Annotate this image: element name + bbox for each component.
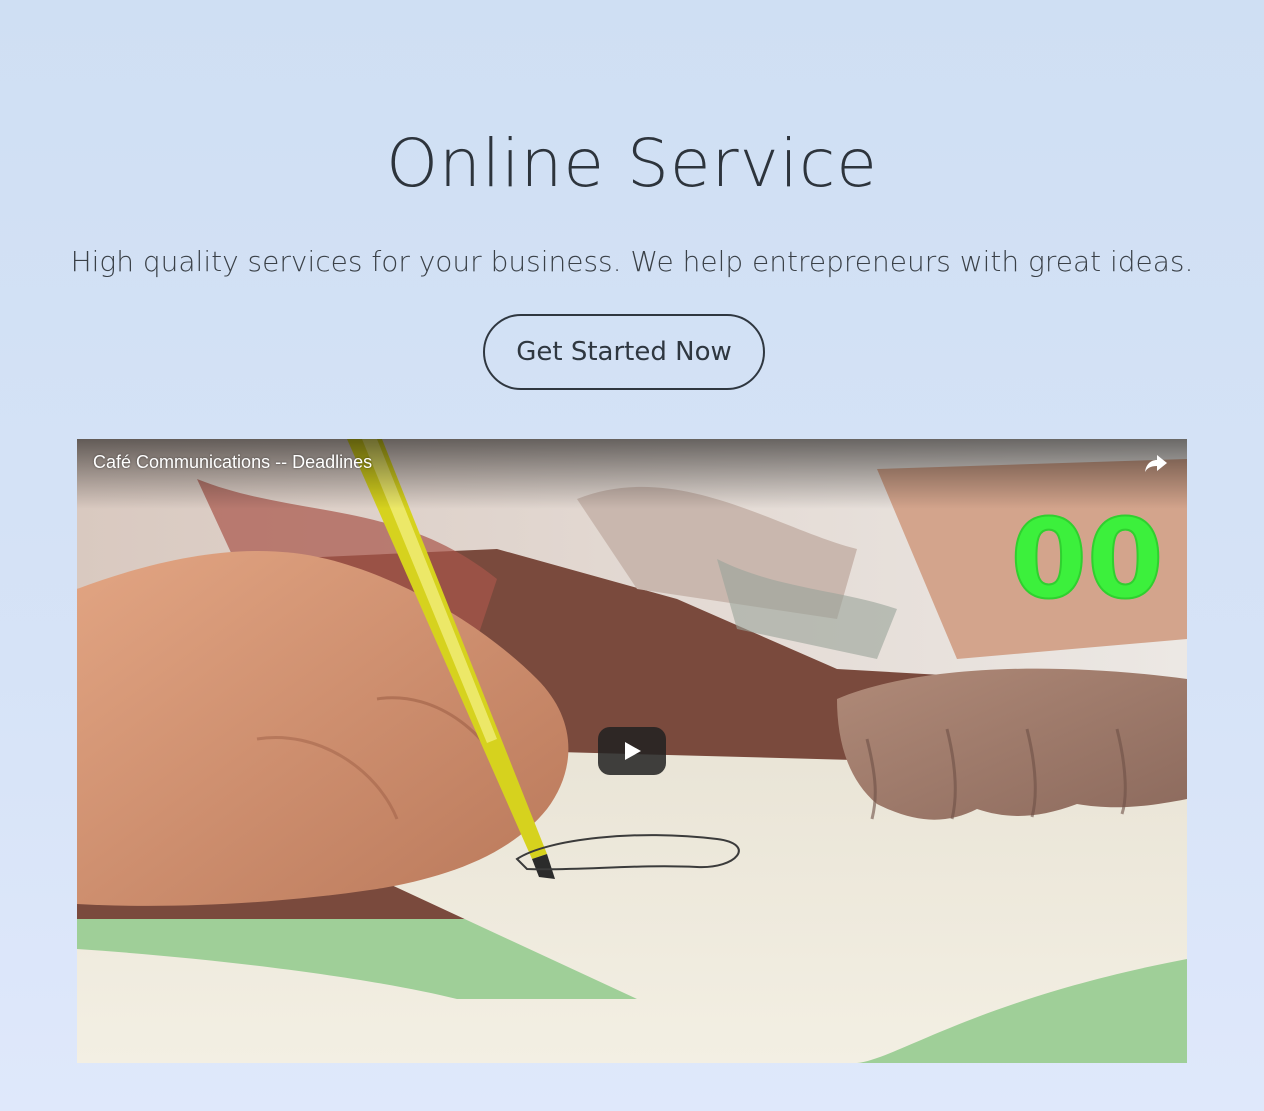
- share-icon[interactable]: [1143, 451, 1169, 475]
- get-started-button[interactable]: Get Started Now: [483, 314, 765, 390]
- svg-text:00: 00: [1010, 495, 1163, 623]
- page-title: Online Service: [386, 125, 878, 202]
- hero-subtitle: High quality services for your business.…: [70, 245, 1194, 278]
- play-icon: [625, 742, 641, 760]
- play-button[interactable]: [598, 727, 666, 775]
- video-topbar: [77, 439, 1187, 509]
- hero-section: Online Service High quality services for…: [0, 0, 1264, 1111]
- video-counter: 00: [1009, 494, 1164, 624]
- video-title[interactable]: Café Communications -- Deadlines: [93, 451, 372, 473]
- video-player[interactable]: 00 Café Communications -- Deadlines: [77, 439, 1187, 1063]
